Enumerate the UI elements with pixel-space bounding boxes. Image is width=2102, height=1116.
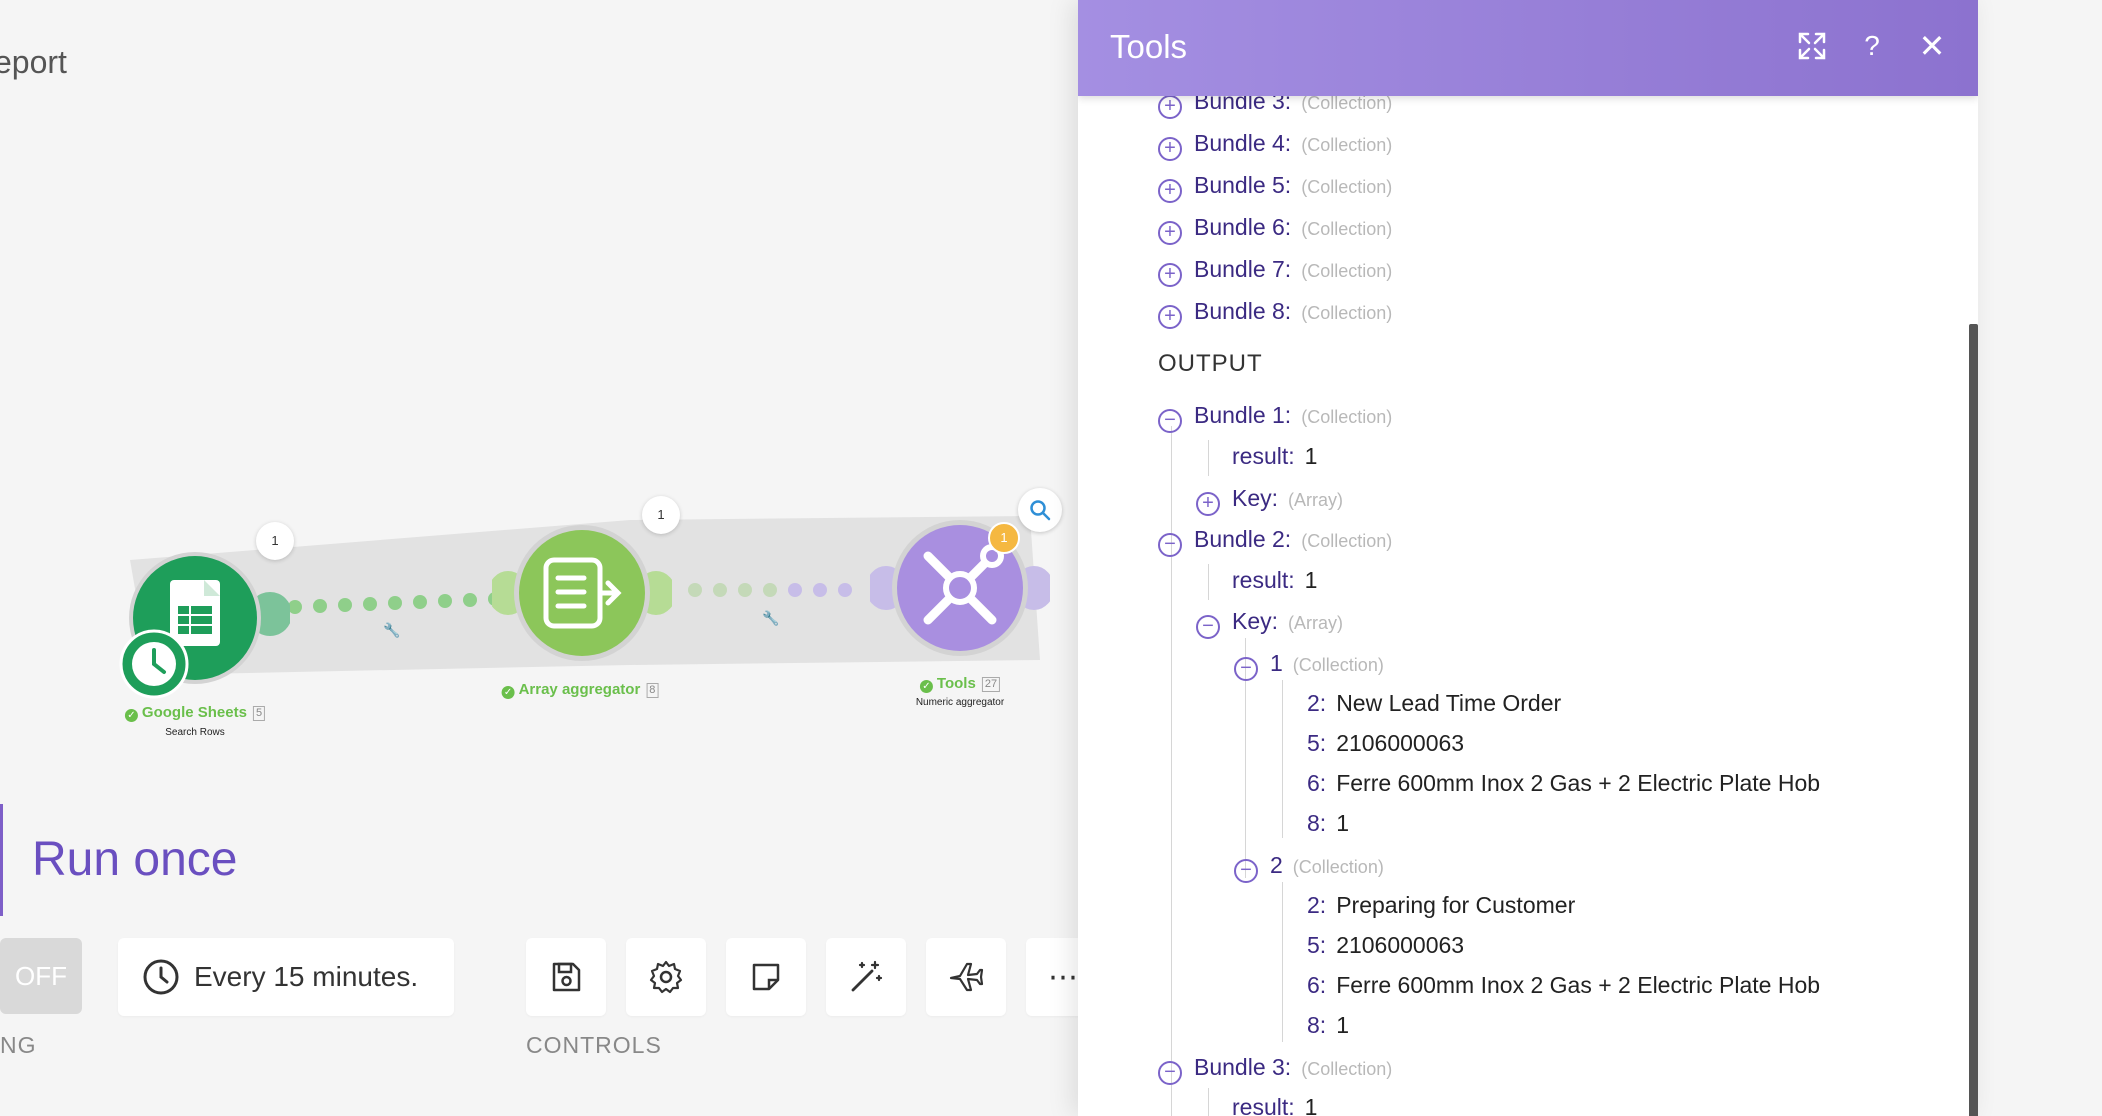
panel-title: Tools — [1110, 28, 1188, 65]
expand-icon[interactable]: + — [1158, 263, 1182, 287]
operations-badge[interactable]: 1 — [988, 522, 1020, 554]
tree-guide — [1282, 680, 1283, 838]
tree-row-field: 5: 2106000063 — [1307, 932, 1465, 958]
scheduling-toggle[interactable]: OFF — [0, 938, 82, 1014]
tree-row-field: 8: 1 — [1307, 810, 1349, 836]
collapse-icon[interactable]: − — [1196, 615, 1220, 639]
auto-align-button[interactable] — [826, 938, 906, 1016]
tools-module[interactable] — [870, 516, 1050, 666]
tree-row-key-array[interactable]: + Key: (Array) — [1196, 483, 1343, 516]
wrench-icon[interactable]: 🔧 — [762, 610, 779, 627]
operations-bubble[interactable]: 1 — [642, 496, 680, 534]
tree-row-output-bundle-2[interactable]: − Bundle 2: (Collection) — [1158, 524, 1392, 557]
expand-icon[interactable]: + — [1158, 95, 1182, 119]
tools-panel: Tools ? ✕ + Bundle 3: (Collection) + Bundle… — [1078, 0, 1978, 1116]
tree-row-collection-1[interactable]: −1 (Collection) — [1234, 648, 1384, 681]
check-icon: ✓ — [124, 709, 138, 722]
tree-row-field: 8: 1 — [1307, 1012, 1349, 1038]
collapse-icon[interactable]: − — [1158, 1061, 1182, 1085]
tree-row-collection-2[interactable]: −2 (Collection) — [1234, 850, 1384, 883]
run-once-button[interactable]: Run once — [32, 832, 237, 887]
close-button[interactable]: ✕ — [1912, 26, 1952, 66]
tree-row-result: result: 1 — [1232, 567, 1318, 593]
collapse-icon[interactable]: − — [1158, 533, 1182, 557]
clock-icon — [143, 959, 179, 995]
module-subtitle: Search Rows — [165, 727, 225, 738]
expand-icon[interactable]: + — [1196, 492, 1220, 516]
tree-row-output-bundle-1[interactable]: − Bundle 1: (Collection) — [1158, 400, 1392, 433]
search-icon — [1030, 500, 1051, 521]
run-once-accent — [0, 804, 3, 916]
tree-row-key-array[interactable]: − Key: (Array) — [1196, 606, 1343, 639]
tree-row-field: 6: Ferre 600mm Inox 2 Gas + 2 Electric Pl… — [1307, 972, 1821, 998]
more-icon: ⋯ — [1048, 960, 1080, 994]
tree-row-input-bundle[interactable]: + Bundle 8: (Collection) — [1158, 296, 1392, 329]
tree-guide — [1282, 882, 1283, 1042]
tree-row-input-bundle[interactable]: + Bundle 4: (Collection) — [1158, 128, 1392, 161]
tree-row-result: result: 1 — [1232, 1094, 1318, 1116]
module-label-tools[interactable]: ✓ Tools 27 — [919, 675, 1001, 693]
scenario-title[interactable]: eport — [0, 44, 67, 81]
save-button[interactable] — [526, 938, 606, 1016]
array-aggregator-module[interactable] — [492, 520, 672, 670]
explain-flow-button[interactable] — [926, 938, 1006, 1016]
controls-caption: CONTROLS — [526, 1032, 662, 1058]
scheduling-caption: NG — [0, 1032, 37, 1058]
expand-icon[interactable]: + — [1158, 221, 1182, 245]
operations-bubble[interactable]: 1 — [256, 522, 294, 560]
tree-row-result: result: 1 — [1232, 443, 1318, 469]
tree-row-field: 2: Preparing for Customer — [1307, 892, 1576, 918]
collapse-icon[interactable]: − — [1234, 657, 1258, 681]
tree-row-input-bundle[interactable]: + Bundle 7: (Collection) — [1158, 254, 1392, 287]
magic-wand-icon — [851, 960, 883, 992]
close-icon: ✕ — [1918, 28, 1946, 64]
airplane-icon — [949, 962, 984, 992]
settings-button[interactable] — [626, 938, 706, 1016]
expand-icon[interactable]: + — [1158, 305, 1182, 329]
tree-row-input-bundle[interactable]: + Bundle 6: (Collection) — [1158, 212, 1392, 245]
check-icon: ✓ — [919, 680, 933, 693]
output-heading: OUTPUT — [1158, 350, 1263, 377]
module-subtitle: Numeric aggregator — [915, 697, 1005, 708]
notes-button[interactable] — [726, 938, 806, 1016]
expand-icon — [1798, 32, 1826, 60]
panel-scrollbar[interactable] — [1969, 324, 1978, 1116]
save-icon — [552, 962, 581, 992]
inspect-button[interactable] — [1018, 488, 1062, 532]
help-icon: ? — [1864, 30, 1880, 61]
expand-icon[interactable]: + — [1158, 137, 1182, 161]
schedule-clock-icon[interactable] — [118, 628, 190, 700]
collapse-icon[interactable]: − — [1234, 859, 1258, 883]
tree-row-output-bundle-3[interactable]: − Bundle 3: (Collection) — [1158, 1052, 1392, 1085]
gear-icon — [649, 960, 683, 994]
tree-row-field: 6: Ferre 600mm Inox 2 Gas + 2 Electric Pl… — [1307, 770, 1821, 796]
tree-guide — [1208, 440, 1209, 476]
help-button[interactable]: ? — [1852, 26, 1892, 66]
note-icon — [752, 963, 780, 991]
collapse-icon[interactable]: − — [1158, 409, 1182, 433]
expand-icon[interactable]: + — [1158, 179, 1182, 203]
module-label-array-aggregator[interactable]: ✓ Array aggregator 8 — [501, 681, 659, 699]
tree-guide — [1208, 564, 1209, 600]
schedule-setting[interactable]: Every 15 minutes. — [118, 938, 454, 1016]
tree-row-field: 5: 2106000063 — [1307, 730, 1465, 756]
wrench-icon[interactable]: 🔧 — [383, 622, 400, 639]
panel-header: Tools ? ✕ — [1078, 0, 1978, 96]
check-icon: ✓ — [501, 686, 515, 699]
expand-button[interactable] — [1792, 26, 1832, 66]
more-options-button[interactable]: ⋯ — [1026, 938, 1086, 1016]
module-label-google-sheets[interactable]: ✓ Google Sheets 5 — [124, 704, 266, 722]
tree-row-field: 2: New Lead Time Order — [1307, 690, 1562, 716]
tree-guide — [1208, 1088, 1209, 1116]
tree-row-input-bundle[interactable]: + Bundle 5: (Collection) — [1158, 170, 1392, 203]
